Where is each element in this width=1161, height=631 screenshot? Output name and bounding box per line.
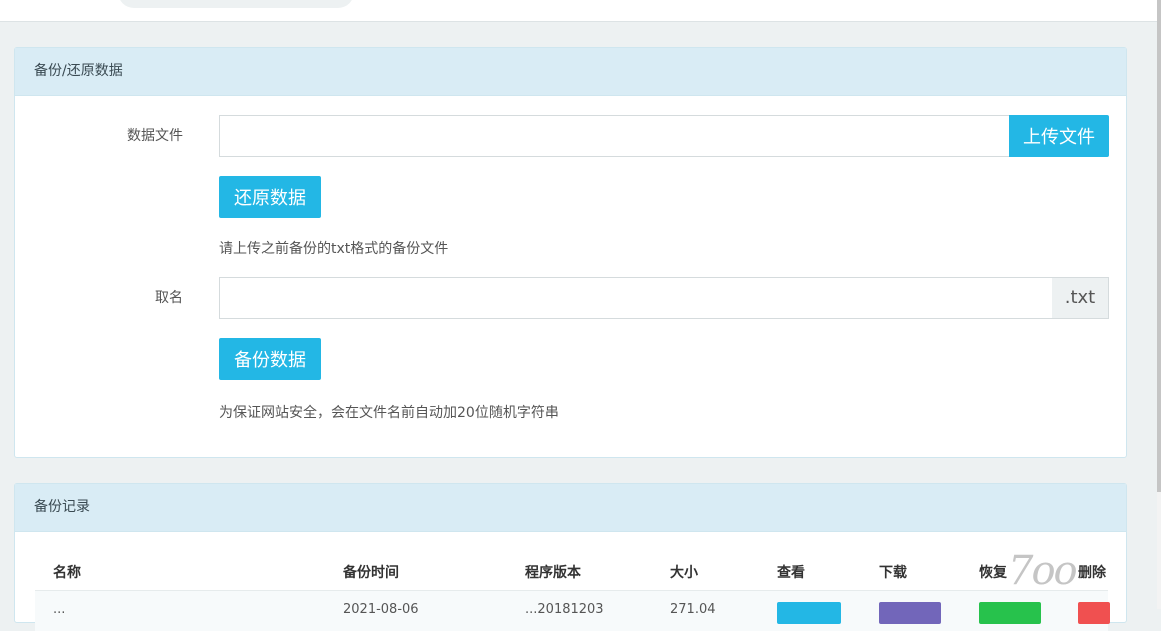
panel-title: 备份记录	[15, 484, 1126, 532]
backup-restore-panel: 备份/还原数据 数据文件 上传文件 还原数据 请上传之前备份的txt格式的备份文…	[14, 47, 1127, 458]
column-header-view: 查看	[777, 565, 805, 581]
column-header-backup-time: 备份时间	[343, 565, 399, 581]
scrollbar-track[interactable]	[1157, 0, 1161, 609]
restore-data-button[interactable]: 还原数据	[219, 176, 321, 218]
backup-hint: 为保证网站安全，会在文件名前自动加20位随机字符串	[219, 405, 559, 421]
scrollbar-thumb[interactable]	[1157, 0, 1161, 492]
txt-suffix-addon: .txt	[1052, 277, 1109, 319]
backup-records-panel: 备份记录 名称 备份时间 程序版本 大小 查看 下载 恢复 删除 ... 202…	[14, 483, 1127, 631]
watermark-logo: 7oo	[1008, 548, 1078, 594]
top-navbar	[0, 0, 1157, 22]
data-file-label: 数据文件	[127, 128, 183, 144]
column-header-download: 下载	[879, 565, 907, 581]
row-backup-time: 2021-08-06	[343, 602, 419, 617]
backup-data-button[interactable]: 备份数据	[219, 338, 321, 380]
backup-name-input[interactable]	[219, 277, 1053, 319]
restore-hint: 请上传之前备份的txt格式的备份文件	[219, 241, 449, 257]
column-header-restore: 恢复	[979, 565, 1007, 581]
download-button[interactable]	[879, 602, 941, 624]
top-search-box[interactable]	[118, 0, 354, 8]
panel-title: 备份/还原数据	[15, 48, 1126, 96]
upload-file-button[interactable]: 上传文件	[1009, 115, 1109, 157]
data-file-input[interactable]	[219, 115, 1010, 157]
view-button[interactable]	[777, 602, 841, 624]
row-version: ...20181203	[525, 602, 604, 617]
column-header-version: 程序版本	[525, 565, 581, 581]
row-name: ...	[53, 602, 66, 617]
name-label: 取名	[155, 290, 183, 306]
column-header-name: 名称	[53, 565, 81, 581]
column-header-size: 大小	[670, 565, 698, 581]
row-size: 271.04	[670, 602, 716, 617]
